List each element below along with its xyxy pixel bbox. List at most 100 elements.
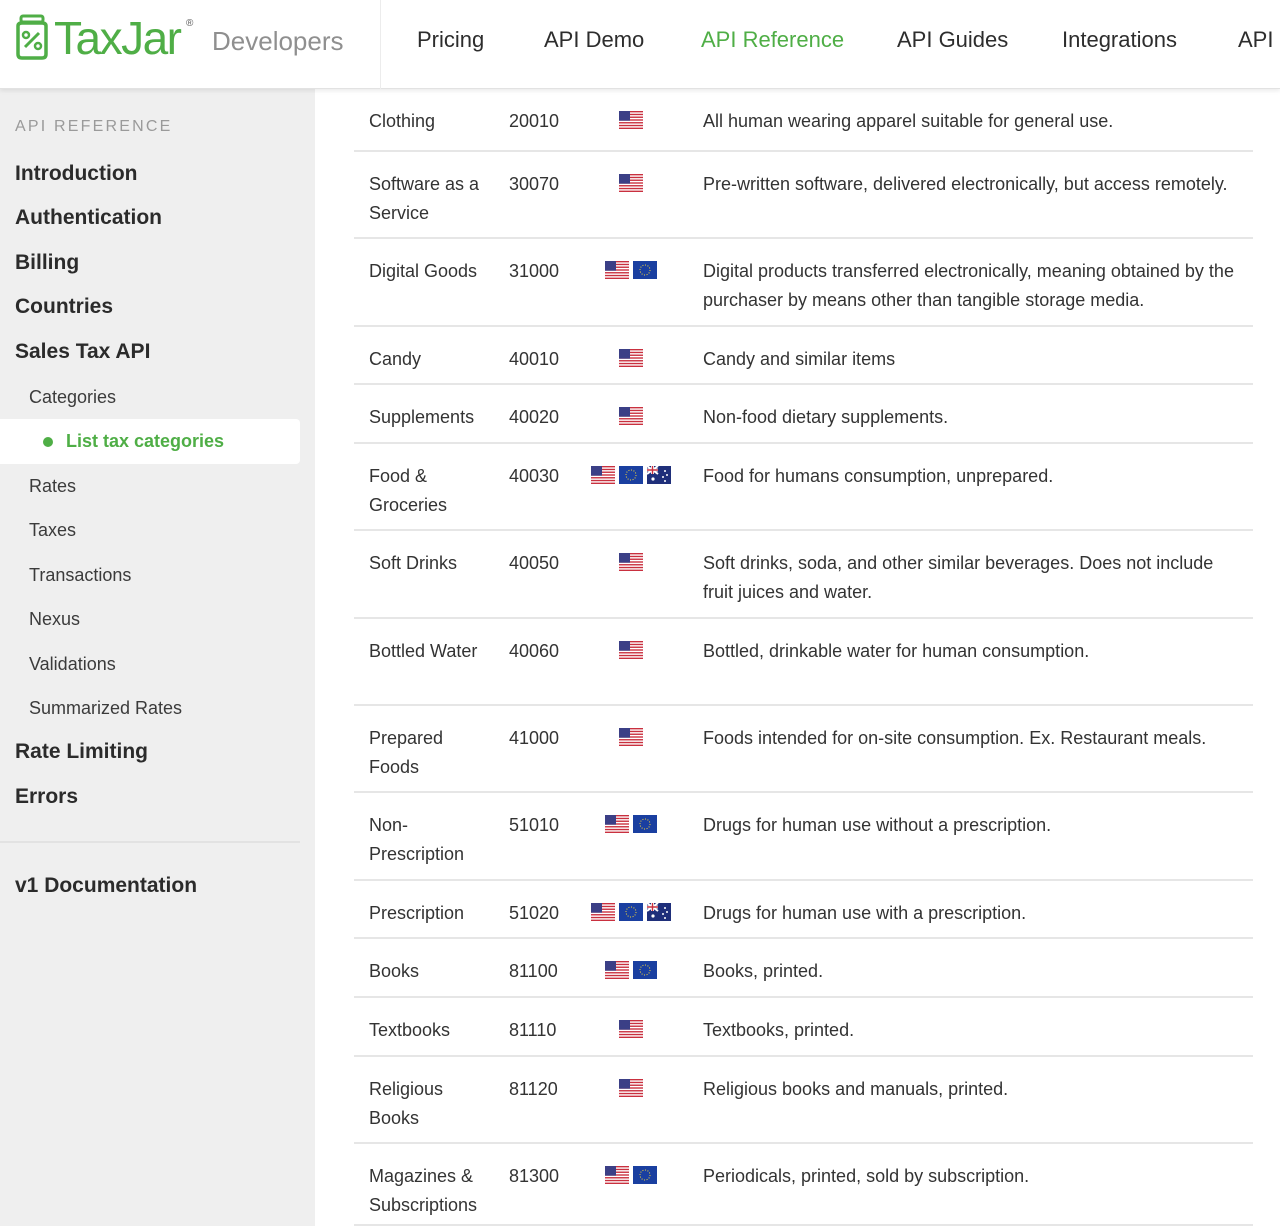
country-flags: us-flag-icon bbox=[586, 728, 676, 748]
sidebar-item-rate-limiting[interactable]: Rate Limiting bbox=[15, 740, 148, 764]
table-row: Candy 40010 us-flag-icon Candy and similar … bbox=[354, 327, 1253, 385]
country-flags: us-flag-icon bbox=[586, 111, 676, 131]
us-flag-icon bbox=[605, 961, 629, 979]
product-tax-code: 81120 bbox=[509, 1079, 558, 1099]
category-name: Non-Prescription bbox=[369, 815, 465, 864]
sidebar-item-countries[interactable]: Countries bbox=[15, 295, 113, 319]
sidebar-item-rates[interactable]: Rates bbox=[29, 476, 76, 497]
category-name: Magazines & Subscriptions bbox=[369, 1166, 478, 1215]
country-flags: us-flag-iconeu-flag-iconau-flag-icon bbox=[586, 466, 676, 486]
sidebar-item-nexus[interactable]: Nexus bbox=[29, 609, 80, 630]
registered-mark: ® bbox=[186, 18, 194, 29]
us-flag-icon bbox=[605, 815, 629, 833]
category-description: Books, printed. bbox=[703, 961, 824, 981]
sidebar-heading: API REFERENCE bbox=[15, 118, 173, 135]
eu-flag-icon bbox=[633, 961, 657, 979]
category-name: Prescription bbox=[369, 903, 465, 923]
nav-api-guides[interactable]: API Guides bbox=[897, 26, 1008, 54]
category-name: Candy bbox=[369, 349, 422, 369]
sidebar-item-summarized-rates[interactable]: Summarized Rates bbox=[29, 698, 182, 719]
product-tax-code: 81300 bbox=[509, 1166, 560, 1186]
nav-api-demo[interactable]: API Demo bbox=[544, 26, 644, 54]
country-flags: us-flag-icon bbox=[586, 174, 676, 194]
us-flag-icon bbox=[619, 1079, 643, 1097]
us-flag-icon bbox=[619, 553, 643, 571]
country-flags: us-flag-icon bbox=[586, 1079, 676, 1099]
table-row: Prepared Foods 41000 us-flag-icon Foods int… bbox=[354, 706, 1253, 793]
category-name: Digital Goods bbox=[369, 261, 478, 281]
category-description: Drugs for human use with a prescription. bbox=[703, 903, 1027, 923]
sidebar: API REFERENCE Introduction Authenticatio… bbox=[0, 89, 315, 1226]
product-tax-code: 40020 bbox=[509, 407, 560, 427]
main-nav: Pricing API Demo API Reference API Guide… bbox=[381, 0, 1280, 89]
country-flags: us-flag-icon bbox=[586, 1020, 676, 1040]
sidebar-item-introduction[interactable]: Introduction bbox=[15, 162, 137, 186]
eu-flag-icon bbox=[619, 466, 643, 484]
country-flags: us-flag-icon bbox=[586, 641, 676, 661]
category-description: Candy and similar items bbox=[703, 349, 896, 369]
category-name: Books bbox=[369, 961, 420, 981]
category-description: Periodicals, printed, sold by subscripti… bbox=[703, 1166, 1030, 1186]
taxjar-jar-icon bbox=[16, 14, 48, 60]
sidebar-active-label: List tax categories bbox=[66, 431, 225, 451]
brand-area[interactable]: TaxJar ® Developers bbox=[0, 0, 381, 89]
table-row: Digital Goods 31000 us-flag-iconeu-flag-ic… bbox=[354, 239, 1253, 327]
product-tax-code: 41000 bbox=[509, 728, 560, 748]
category-description: Bottled, drinkable water for human consu… bbox=[703, 641, 1090, 661]
country-flags: us-flag-iconeu-flag-icon bbox=[586, 1166, 676, 1186]
us-flag-icon bbox=[619, 641, 643, 659]
nav-api-more[interactable]: API S bbox=[1238, 26, 1280, 54]
category-name: Software as a Service bbox=[369, 174, 480, 223]
country-flags: us-flag-icon bbox=[586, 553, 676, 573]
sidebar-item-validations[interactable]: Validations bbox=[29, 654, 116, 675]
category-description: Foods intended for on-site consumption. … bbox=[703, 728, 1207, 748]
country-flags: us-flag-icon bbox=[586, 349, 676, 369]
sidebar-item-billing[interactable]: Billing bbox=[15, 251, 79, 275]
us-flag-icon bbox=[619, 728, 643, 746]
nav-pricing[interactable]: Pricing bbox=[417, 26, 484, 54]
table-row: Textbooks 81110 us-flag-icon Textbooks, pri… bbox=[354, 998, 1253, 1057]
country-flags: us-flag-iconeu-flag-icon bbox=[586, 261, 676, 281]
product-tax-code: 40030 bbox=[509, 466, 560, 486]
au-flag-icon bbox=[647, 903, 671, 921]
sidebar-item-list-tax-categories[interactable]: List tax categories bbox=[0, 419, 300, 464]
category-description: Textbooks, printed. bbox=[703, 1020, 855, 1040]
sidebar-item-v1-documentation[interactable]: v1 Documentation bbox=[15, 874, 197, 898]
product-tax-code: 51020 bbox=[509, 903, 560, 923]
sidebar-item-transactions[interactable]: Transactions bbox=[29, 565, 131, 586]
product-tax-code: 31000 bbox=[509, 261, 560, 281]
us-flag-icon bbox=[619, 111, 643, 129]
sidebar-divider bbox=[0, 841, 300, 843]
product-tax-code: 20010 bbox=[509, 111, 560, 131]
category-name: Supplements bbox=[369, 407, 475, 427]
sidebar-item-taxes[interactable]: Taxes bbox=[29, 520, 76, 541]
eu-flag-icon bbox=[633, 261, 657, 279]
categories-table: Clothing 20010 us-flag-icon All human weari… bbox=[315, 89, 1280, 1226]
sidebar-item-authentication[interactable]: Authentication bbox=[15, 206, 162, 230]
table-row: Soft Drinks 40050 us-flag-icon Soft drinks,… bbox=[354, 531, 1253, 619]
category-name: Prepared Foods bbox=[369, 728, 444, 777]
sidebar-item-categories[interactable]: Categories bbox=[29, 387, 116, 408]
us-flag-icon bbox=[619, 1020, 643, 1038]
category-description: Food for humans consumption, unprepared. bbox=[703, 466, 1054, 486]
au-flag-icon bbox=[647, 466, 671, 484]
nav-api-reference[interactable]: API Reference bbox=[701, 26, 844, 54]
sidebar-item-sales-tax-api[interactable]: Sales Tax API bbox=[15, 340, 150, 364]
category-description: Religious books and manuals, printed. bbox=[703, 1079, 1009, 1099]
sidebar-item-errors[interactable]: Errors bbox=[15, 785, 78, 809]
brand-subtitle: Developers bbox=[212, 26, 344, 56]
category-name: Bottled Water bbox=[369, 641, 478, 661]
product-tax-code: 40010 bbox=[509, 349, 560, 369]
table-row: Non-Prescription 51010 us-flag-iconeu-flag… bbox=[354, 793, 1253, 881]
category-description: Non-food dietary supplements. bbox=[703, 407, 949, 427]
table-row: Books 81100 us-flag-iconeu-flag-icon Books,… bbox=[354, 939, 1253, 998]
product-tax-code: 81100 bbox=[509, 961, 558, 981]
country-flags: us-flag-icon bbox=[586, 407, 676, 427]
product-tax-code: 81110 bbox=[509, 1020, 557, 1040]
category-description: Pre-written software, delivered electron… bbox=[703, 174, 1228, 194]
table-row: Prescription 51020 us-flag-iconeu-flag-ico… bbox=[354, 881, 1253, 939]
category-description: Soft drinks, soda, and other similar bev… bbox=[703, 553, 1214, 602]
us-flag-icon bbox=[619, 407, 643, 425]
nav-integrations[interactable]: Integrations bbox=[1062, 26, 1177, 54]
brand-name: TaxJar bbox=[54, 12, 182, 64]
